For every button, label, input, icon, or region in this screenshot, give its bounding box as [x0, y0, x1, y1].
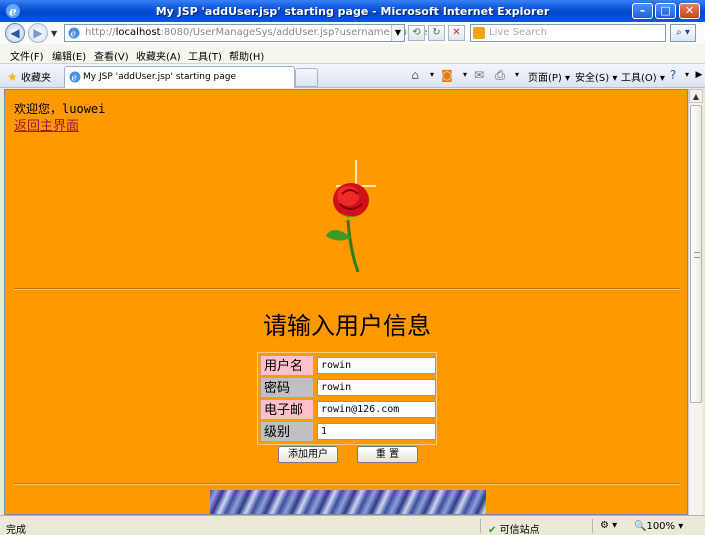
- menu-file[interactable]: 文件(F): [10, 48, 44, 63]
- ie-page-icon: e: [69, 71, 81, 83]
- form-row-level: 级别 1: [260, 421, 436, 442]
- add-user-form: 用户名 rowin 密码 rowin 电子邮件 rowin@126.com 级别…: [257, 352, 437, 445]
- compatibility-view-button[interactable]: ⟲: [408, 25, 425, 41]
- forward-arrow-icon: ▶: [33, 26, 43, 40]
- favorites-label: 收藏夹: [20, 73, 51, 84]
- more-chevron-icon[interactable]: ▶: [692, 68, 705, 82]
- search-button[interactable]: ⌕ ▾: [670, 24, 696, 42]
- security-zone[interactable]: ✔ 可信站点: [488, 521, 540, 535]
- search-input[interactable]: Live Search: [470, 24, 666, 42]
- divider-top: [14, 288, 680, 290]
- email-input[interactable]: rowin@126.com: [317, 401, 436, 418]
- form-row-email: 电子邮件 rowin@126.com: [260, 399, 436, 439]
- menu-tools[interactable]: 工具(T): [188, 48, 222, 63]
- checkmark-icon: ✔: [488, 525, 497, 535]
- password-input[interactable]: rowin: [317, 379, 436, 396]
- print-icon[interactable]: ⎙: [493, 68, 507, 82]
- feed-dropdown-icon[interactable]: ▾: [458, 68, 472, 82]
- stop-button[interactable]: ✕: [448, 25, 465, 41]
- home-dropdown-icon[interactable]: ▾: [425, 68, 439, 82]
- favorites-button[interactable]: ★ 收藏夹: [7, 69, 51, 84]
- svg-text:e: e: [72, 74, 77, 84]
- level-label: 级别: [260, 421, 314, 442]
- rose-image: [326, 160, 376, 273]
- print-dropdown-icon[interactable]: ▾: [510, 68, 524, 82]
- tab-bar: ★ 收藏夹 e My JSP 'addUser.jsp' starting pa…: [0, 64, 705, 88]
- email-label: 电子邮件: [260, 399, 314, 439]
- zoom-level[interactable]: 🔍100% ▾: [634, 521, 683, 532]
- level-input[interactable]: 1: [317, 423, 436, 440]
- password-label: 密码: [260, 377, 314, 398]
- scroll-thumb[interactable]: [690, 105, 702, 403]
- tab-label: My JSP 'addUser.jsp' starting page: [83, 72, 237, 82]
- add-user-button[interactable]: 添加用户: [278, 446, 338, 463]
- close-button[interactable]: ✕: [679, 3, 700, 19]
- menu-favorites[interactable]: 收藏夹(A): [136, 48, 181, 63]
- form-row-password: 密码 rowin: [260, 377, 436, 398]
- tools-menu-button[interactable]: 工具(O) ▾: [621, 69, 665, 84]
- minimize-button[interactable]: –: [632, 3, 653, 19]
- svg-text:e: e: [71, 30, 76, 40]
- page-heading: 请输入用户信息: [263, 312, 431, 340]
- star-icon: ★: [7, 70, 18, 84]
- history-dropdown-icon[interactable]: ▼: [51, 29, 57, 38]
- menu-help[interactable]: 帮助(H): [229, 48, 264, 63]
- scroll-up-icon[interactable]: ▲: [689, 89, 703, 103]
- refresh-icon: ↻: [432, 27, 441, 38]
- help-icon[interactable]: ?: [666, 68, 680, 82]
- username-input[interactable]: rowin: [317, 357, 436, 374]
- address-url: http://localhost:8080/UserManageSys/addU…: [85, 27, 431, 38]
- safety-menu-button[interactable]: 安全(S) ▾: [575, 69, 617, 84]
- magnifier-icon: ⌕ ▾: [676, 27, 690, 38]
- back-button[interactable]: ◀: [5, 23, 25, 43]
- window-title: My JSP 'addUser.jsp' starting page - Mic…: [155, 5, 550, 18]
- address-dropdown-icon[interactable]: ▼: [391, 25, 404, 41]
- compatibility-icon: ⟲: [412, 27, 421, 38]
- vertical-scrollbar[interactable]: ▲: [688, 89, 703, 515]
- window-title-bar: e My JSP 'addUser.jsp' starting page - M…: [0, 0, 705, 22]
- page-content: 欢迎您，luowei 返回主界面 请输入用户信息 用户名 rowin 密码 ro…: [4, 89, 688, 515]
- maximize-button[interactable]: □: [655, 3, 676, 19]
- search-placeholder: Live Search: [489, 27, 547, 38]
- status-separator: [592, 519, 593, 533]
- menu-bar: 文件(F) 编辑(E) 查看(V) 收藏夹(A) 工具(T) 帮助(H): [0, 44, 705, 64]
- ie-page-icon: e: [68, 27, 80, 39]
- refresh-button[interactable]: ↻: [428, 25, 445, 41]
- username-label: 用户名: [260, 355, 314, 376]
- status-separator: [480, 519, 481, 533]
- status-bar: 完成 ✔ 可信站点 ⚙ ▾ 🔍100% ▾: [0, 515, 705, 535]
- form-row-username: 用户名 rowin: [260, 355, 436, 376]
- menu-edit[interactable]: 编辑(E): [52, 48, 86, 63]
- rss-feed-icon[interactable]: ◙: [440, 68, 454, 82]
- new-tab-button[interactable]: [295, 68, 318, 87]
- address-input[interactable]: e http://localhost:8080/UserManageSys/ad…: [64, 24, 430, 42]
- live-search-logo-icon: [473, 27, 485, 39]
- tab-active-page[interactable]: e My JSP 'addUser.jsp' starting page: [64, 66, 295, 88]
- protected-mode-icon[interactable]: ⚙ ▾: [600, 520, 617, 531]
- home-icon[interactable]: ⌂: [408, 68, 422, 82]
- page-menu-button[interactable]: 页面(P) ▾: [528, 69, 570, 84]
- mail-icon[interactable]: ✉: [472, 68, 486, 82]
- divider-bottom: [14, 483, 680, 485]
- menu-view[interactable]: 查看(V): [94, 48, 129, 63]
- back-to-main-link[interactable]: 返回主界面: [14, 115, 79, 134]
- back-arrow-icon: ◀: [10, 26, 20, 40]
- status-text: 完成: [6, 525, 26, 535]
- reset-button[interactable]: 重 置: [357, 446, 418, 463]
- address-toolbar: ◀ ▶ ▼ e http://localhost:8080/UserManage…: [0, 22, 705, 44]
- stop-icon: ✕: [452, 27, 461, 38]
- forward-button[interactable]: ▶: [28, 23, 48, 43]
- banner-image: [210, 490, 486, 514]
